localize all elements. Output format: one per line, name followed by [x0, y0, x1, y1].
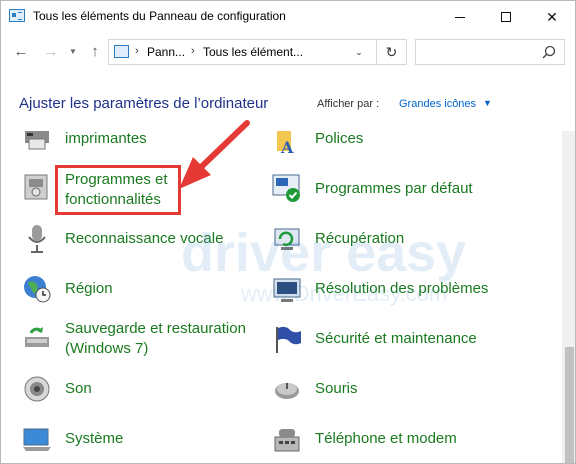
- item-label: Récupération: [315, 230, 405, 247]
- minimize-button[interactable]: [437, 1, 483, 33]
- svg-text:A: A: [280, 138, 294, 157]
- list-item[interactable]: A Polices: [271, 131, 551, 163]
- arrow-up-icon: ↑: [91, 42, 99, 60]
- list-item[interactable]: Programmes par défaut: [271, 165, 551, 215]
- page-title: Ajuster les paramètres de l’ordinateur: [19, 95, 269, 112]
- item-label: Programmes par défaut: [315, 180, 473, 197]
- microphone-icon: [28, 225, 46, 253]
- list-item[interactable]: Téléphone et modem: [271, 417, 551, 461]
- item-label: Souris: [315, 380, 358, 397]
- red-arrow-annotation: [179, 120, 250, 189]
- navigation-bar: ← → ▼ ↑ › Pann... › Tous les élément... …: [1, 33, 575, 71]
- list-item[interactable]: Souris: [271, 367, 551, 411]
- breadcrumb-separator-icon: ›: [191, 45, 195, 57]
- item-label: Son: [65, 380, 92, 397]
- item-label: Région: [65, 280, 113, 297]
- up-button[interactable]: ↑: [85, 41, 105, 61]
- item-label: Polices: [315, 131, 364, 147]
- item-label: imprimantes: [65, 131, 147, 147]
- chevron-down-icon: ▼: [69, 46, 77, 56]
- list-item[interactable]: Son: [21, 367, 261, 411]
- item-label: Téléphone et modem: [315, 430, 457, 447]
- printer-icon: [25, 131, 49, 150]
- title-bar[interactable]: Tous les éléments du Panneau de configur…: [1, 1, 575, 33]
- breadcrumb-separator-icon: ›: [135, 45, 139, 57]
- security-flag-icon: [276, 326, 301, 353]
- backup-restore-icon: [25, 327, 49, 347]
- list-item[interactable]: Sécurité et maintenance: [271, 317, 551, 361]
- refresh-button[interactable]: ↻: [376, 40, 406, 64]
- list-item[interactable]: Résolution des problèmes: [271, 267, 551, 311]
- vertical-scrollbar[interactable]: [562, 131, 575, 463]
- forward-button[interactable]: →: [41, 41, 61, 61]
- view-by-label: Afficher par :: [317, 98, 380, 110]
- globe-clock-icon: [24, 276, 51, 303]
- recent-locations-button[interactable]: ▼: [63, 41, 83, 61]
- breadcrumb-all-items[interactable]: Tous les élément...: [203, 45, 303, 59]
- item-label: Reconnaissance vocale: [65, 230, 224, 247]
- chevron-down-icon: ⌄: [355, 46, 363, 57]
- window-title: Tous les éléments du Panneau de configur…: [33, 9, 286, 23]
- fonts-folder-icon: A: [277, 131, 294, 157]
- item-label-line2: (Windows 7): [65, 340, 149, 357]
- programs-features-icon: [24, 174, 48, 200]
- breadcrumb-control-panel[interactable]: Pann...: [147, 45, 185, 59]
- item-label: Résolution des problèmes: [315, 280, 489, 297]
- item-label: Système: [65, 430, 124, 447]
- list-item[interactable]: Sauvegarde et restauration (Windows 7): [21, 315, 261, 365]
- view-by-dropdown[interactable]: Grandes icônes: [399, 98, 476, 110]
- close-icon: ✕: [546, 8, 558, 25]
- scrollbar-thumb[interactable]: [565, 347, 574, 463]
- arrow-right-icon: →: [43, 42, 59, 60]
- list-item[interactable]: Système: [21, 417, 261, 461]
- maximize-button[interactable]: [483, 1, 529, 33]
- list-item[interactable]: Région: [21, 267, 261, 311]
- address-dropdown-button[interactable]: ⌄: [349, 42, 369, 62]
- search-box[interactable]: [415, 39, 565, 65]
- search-icon: [542, 45, 556, 59]
- list-item[interactable]: Récupération: [271, 217, 551, 261]
- mouse-icon: [275, 383, 299, 399]
- speaker-icon: [24, 376, 50, 402]
- default-programs-icon: [272, 174, 300, 202]
- control-panel-window: Tous les éléments du Panneau de configur…: [0, 0, 576, 464]
- control-panel-icon: [114, 45, 129, 58]
- caret-down-icon[interactable]: ▼: [483, 98, 492, 108]
- item-label: Sécurité et maintenance: [315, 330, 477, 347]
- phone-modem-icon: [274, 429, 300, 452]
- computer-icon: [23, 428, 51, 451]
- back-button[interactable]: ←: [11, 41, 31, 61]
- troubleshoot-icon: [273, 278, 301, 302]
- close-button[interactable]: ✕: [529, 1, 575, 33]
- highlight-box: [55, 165, 181, 215]
- address-bar[interactable]: › Pann... › Tous les élément... ⌄ ↻: [108, 39, 407, 65]
- control-panel-icon: [9, 9, 25, 22]
- recovery-icon: [274, 228, 300, 250]
- minimize-icon: [455, 16, 465, 18]
- maximize-icon: [501, 12, 511, 22]
- arrow-left-icon: ←: [13, 42, 29, 60]
- item-label-line1: Sauvegarde et restauration: [65, 320, 246, 337]
- list-item[interactable]: Reconnaissance vocale: [21, 217, 261, 261]
- refresh-icon: ↻: [385, 43, 398, 60]
